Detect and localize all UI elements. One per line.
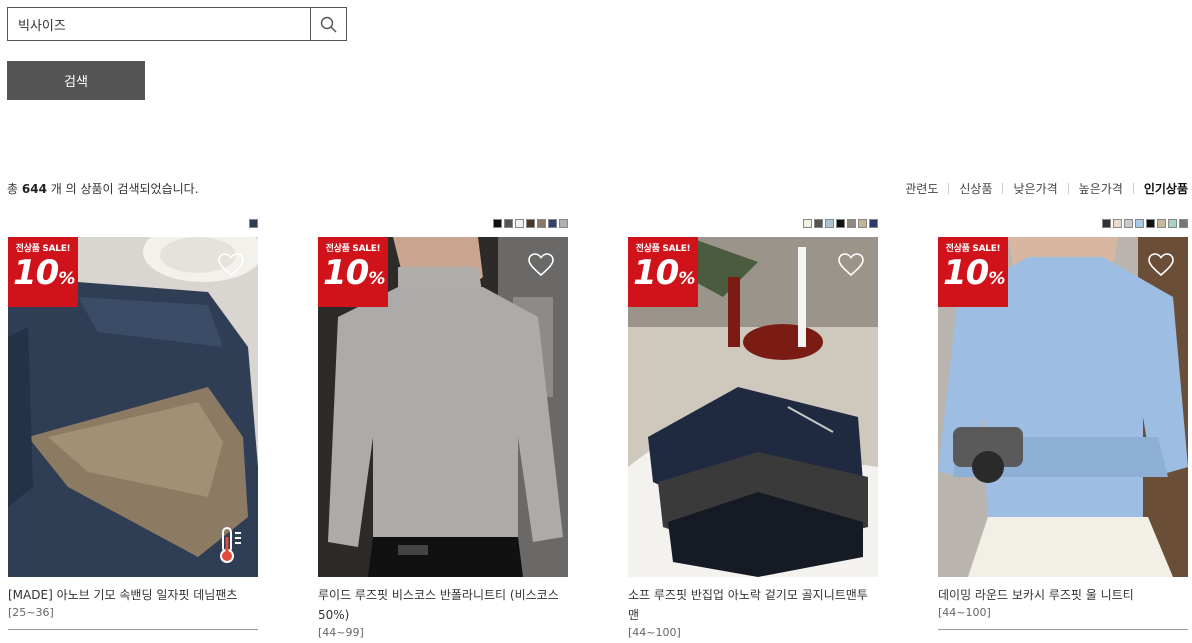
color-swatches <box>8 219 258 230</box>
product-card-4: 전상품 SALE! 10% 데이밍 라운드 보카시 루즈핏 울 니트티 [44~… <box>938 219 1188 630</box>
result-count-number: 644 <box>21 182 47 196</box>
product-title[interactable]: 루이드 루즈핏 비스코스 반폴라니트티 (비스코스50%) <box>318 585 568 625</box>
sale-badge-percent: 10% <box>8 254 78 298</box>
sale-percent-unit: % <box>988 269 1005 289</box>
sort-divider <box>948 183 950 194</box>
sort-divider <box>1132 183 1134 194</box>
color-swatch[interactable] <box>515 219 524 228</box>
result-count: 총 644 개 의 상품이 검색되었습니다. <box>7 180 199 197</box>
sale-percent-value: 10 <box>633 253 679 293</box>
sale-percent-unit: % <box>368 269 385 289</box>
color-swatch[interactable] <box>858 219 867 228</box>
color-swatch[interactable] <box>548 219 557 228</box>
result-prefix: 총 <box>7 182 19 196</box>
color-swatch[interactable] <box>1113 219 1122 228</box>
color-swatch[interactable] <box>836 219 845 228</box>
product-divider <box>8 629 258 630</box>
sale-badge-label: 전상품 SALE! <box>635 244 691 254</box>
sale-percent-value: 10 <box>13 253 59 293</box>
wishlist-heart-icon[interactable] <box>528 253 554 277</box>
color-swatch[interactable] <box>869 219 878 228</box>
product-title[interactable]: [MADE] 아노브 기모 속밴딩 일자핏 데님팬츠 <box>8 585 258 605</box>
search-icon <box>320 16 337 33</box>
sale-badge-percent: 10% <box>628 254 698 298</box>
wishlist-heart-icon[interactable] <box>838 253 864 277</box>
product-image[interactable]: 전상품 SALE! 10% <box>318 237 568 577</box>
color-swatch[interactable] <box>1168 219 1177 228</box>
sale-badge-label: 전상품 SALE! <box>945 244 1001 254</box>
color-swatch[interactable] <box>1124 219 1133 228</box>
wishlist-heart-icon[interactable] <box>218 253 244 277</box>
color-swatch[interactable] <box>249 219 258 228</box>
product-image[interactable]: 전상품 SALE! 10% <box>938 237 1188 577</box>
product-size: [44~100] <box>938 606 991 619</box>
product-image[interactable]: 전상품 SALE! 10% <box>8 237 258 577</box>
sort-relevance[interactable]: 관련도 <box>905 180 938 197</box>
sort-popular[interactable]: 인기상품 <box>1144 180 1188 197</box>
color-swatches <box>318 219 568 230</box>
color-swatch[interactable] <box>847 219 856 228</box>
sort-menu: 관련도 신상품 낮은가격 높은가격 인기상품 <box>905 180 1188 197</box>
wishlist-heart-icon[interactable] <box>1148 253 1174 277</box>
sort-divider <box>1002 183 1004 194</box>
sale-percent-unit: % <box>678 269 695 289</box>
search-button[interactable]: 검색 <box>7 61 145 100</box>
sale-percent-unit: % <box>58 269 75 289</box>
search-input[interactable] <box>8 8 310 40</box>
color-swatch[interactable] <box>825 219 834 228</box>
search-box <box>7 7 347 41</box>
sale-badge-label: 전상품 SALE! <box>325 244 381 254</box>
color-swatches <box>938 219 1188 230</box>
sale-badge-percent: 10% <box>318 254 388 298</box>
sale-badge-percent: 10% <box>938 254 1008 298</box>
product-divider <box>938 629 1188 630</box>
product-size: [44~99] <box>318 626 364 639</box>
sale-percent-value: 10 <box>323 253 369 293</box>
search-icon-button[interactable] <box>310 8 346 40</box>
sale-percent-value: 10 <box>943 253 989 293</box>
color-swatch[interactable] <box>803 219 812 228</box>
sale-badge: 전상품 SALE! 10% <box>8 237 78 307</box>
color-swatch[interactable] <box>1179 219 1188 228</box>
color-swatch[interactable] <box>1157 219 1166 228</box>
sort-divider <box>1067 183 1069 194</box>
color-swatch[interactable] <box>559 219 568 228</box>
sort-lowest-price[interactable]: 낮은가격 <box>1013 180 1057 197</box>
sort-highest-price[interactable]: 높은가격 <box>1079 180 1123 197</box>
sale-badge: 전상품 SALE! 10% <box>628 237 698 307</box>
color-swatch[interactable] <box>504 219 513 228</box>
product-title[interactable]: 데이밍 라운드 보카시 루즈핏 울 니트티 <box>938 585 1188 605</box>
color-swatch[interactable] <box>537 219 546 228</box>
product-image[interactable]: 전상품 SALE! 10% <box>628 237 878 577</box>
sale-badge-label: 전상품 SALE! <box>15 244 71 254</box>
color-swatch[interactable] <box>1146 219 1155 228</box>
color-swatch[interactable] <box>526 219 535 228</box>
product-card-2: 전상품 SALE! 10% 루이드 루즈핏 비스코스 반폴라니트티 (비스코스5… <box>318 219 568 641</box>
product-size: [25~36] <box>8 606 54 619</box>
thermometer-warm-icon <box>220 527 241 563</box>
product-card-1: 전상품 SALE! 10% [MADE] 아노브 기모 속밴딩 일자핏 데님팬츠… <box>8 219 258 630</box>
product-size: [44~100] <box>628 626 681 639</box>
color-swatch[interactable] <box>493 219 502 228</box>
product-card-3: 전상품 SALE! 10% 소프 루즈핏 반집업 아노락 겉기모 골지니트맨투맨… <box>628 219 878 641</box>
color-swatches <box>628 219 878 230</box>
color-swatch[interactable] <box>1135 219 1144 228</box>
result-suffix: 개 의 상품이 검색되었습니다. <box>50 182 199 196</box>
product-title[interactable]: 소프 루즈핏 반집업 아노락 겉기모 골지니트맨투맨 <box>628 585 878 625</box>
color-swatch[interactable] <box>814 219 823 228</box>
color-swatch[interactable] <box>1102 219 1111 228</box>
sale-badge: 전상품 SALE! 10% <box>938 237 1008 307</box>
sale-badge: 전상품 SALE! 10% <box>318 237 388 307</box>
sort-newest[interactable]: 신상품 <box>959 180 992 197</box>
